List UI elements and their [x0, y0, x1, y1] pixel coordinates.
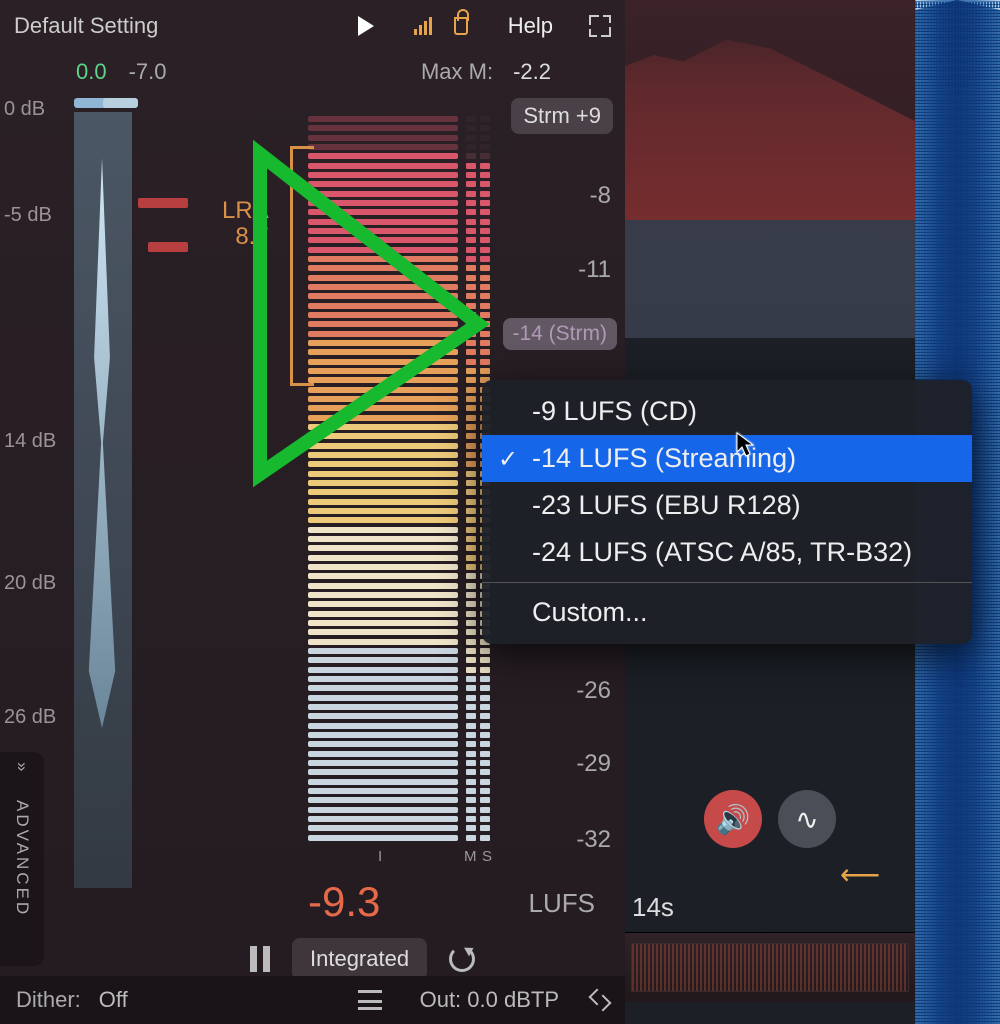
- speaker-button[interactable]: 🔊: [704, 790, 762, 848]
- timeline-mini[interactable]: [625, 932, 915, 1002]
- speaker-icon: 🔊: [716, 803, 751, 836]
- resize-icon[interactable]: [591, 991, 609, 1009]
- target-loudness-menu[interactable]: -9 LUFS (CD) ✓-14 LUFS (Streaming) -23 L…: [482, 380, 972, 644]
- integrated-value: -9.3: [308, 878, 380, 926]
- control-row: Integrated: [250, 938, 475, 980]
- scale-tick: -5 dB: [4, 204, 52, 227]
- meter-label-i: I: [378, 848, 382, 865]
- lra-value: 8.7: [222, 224, 269, 250]
- peak-value-grey: -7.0: [129, 59, 167, 85]
- scale-tick: -26: [576, 677, 611, 705]
- timecode: 14s: [632, 892, 674, 923]
- scale-tick: -32: [576, 826, 611, 854]
- lra-label-text: LRA: [222, 198, 269, 224]
- menu-separator: [482, 582, 972, 583]
- advanced-tab[interactable]: » ADVANCED: [0, 752, 44, 966]
- pause-button[interactable]: [250, 946, 270, 972]
- advanced-label: ADVANCED: [12, 800, 32, 917]
- readout-row: 0.0 -7.0 Max M: -2.2: [0, 52, 625, 92]
- scale-tick: 26 dB: [4, 706, 56, 729]
- compare-icon[interactable]: [358, 990, 382, 1010]
- wave-button[interactable]: ∿: [778, 790, 836, 848]
- target-loudness-badge[interactable]: -14 (Strm): [503, 318, 618, 350]
- momentary-meter: [466, 116, 476, 844]
- preset-name[interactable]: Default Setting: [14, 13, 158, 39]
- lock-icon[interactable]: [454, 17, 468, 35]
- scale-tick: 0 dB: [4, 98, 45, 121]
- dither-label: Dither:: [16, 987, 81, 1013]
- fullscreen-icon[interactable]: [589, 15, 611, 37]
- signal-icon: [414, 17, 432, 35]
- lra-readout: LRA 8.7: [222, 198, 269, 251]
- dither-value[interactable]: Off: [99, 987, 128, 1013]
- help-button[interactable]: Help: [508, 13, 553, 39]
- true-peak-meter: [74, 98, 132, 888]
- max-m-label: Max M:: [421, 59, 493, 85]
- play-icon[interactable]: [358, 16, 374, 36]
- waveform-icon: ∿: [795, 803, 818, 836]
- menu-item-ebu[interactable]: -23 LUFS (EBU R128): [482, 482, 972, 529]
- menu-item-streaming[interactable]: ✓-14 LUFS (Streaming): [482, 435, 972, 482]
- scale-tick: -11: [578, 256, 611, 284]
- menu-item-cd[interactable]: -9 LUFS (CD): [482, 388, 972, 435]
- scale-tick: -8: [590, 182, 611, 210]
- peak-value-green: 0.0: [76, 59, 107, 85]
- chevron-right-icon: »: [12, 762, 32, 774]
- scale-tick: 14 dB: [4, 430, 56, 453]
- bottom-bar: Dither: Off Out: 0.0 dBTP: [0, 976, 625, 1024]
- arrow-left-icon: ⟵: [840, 858, 880, 891]
- meter-label-s: S: [482, 848, 492, 865]
- checkmark-icon: ✓: [498, 445, 518, 474]
- peak-marker: [138, 198, 188, 208]
- output-readout: Out: 0.0 dBTP: [420, 987, 559, 1013]
- max-m-value: -2.2: [513, 59, 551, 85]
- meter-label-m: M: [464, 848, 477, 865]
- scale-tick: 20 dB: [4, 572, 56, 595]
- menu-item-atsc[interactable]: -24 LUFS (ATSC A/85, TR-B32): [482, 529, 972, 576]
- stream-offset-badge[interactable]: Strm +9: [511, 98, 613, 134]
- scale-tick: -29: [576, 750, 611, 778]
- lra-bracket: [290, 146, 314, 386]
- topbar: Default Setting Help: [0, 0, 625, 52]
- peak-marker: [148, 242, 188, 252]
- reset-button[interactable]: [449, 946, 475, 972]
- menu-item-custom[interactable]: Custom...: [482, 589, 972, 636]
- integrated-button[interactable]: Integrated: [292, 938, 427, 980]
- lufs-unit-label: LUFS: [529, 888, 595, 919]
- lufs-meter: [308, 116, 458, 844]
- spectrum-lower: [625, 220, 915, 338]
